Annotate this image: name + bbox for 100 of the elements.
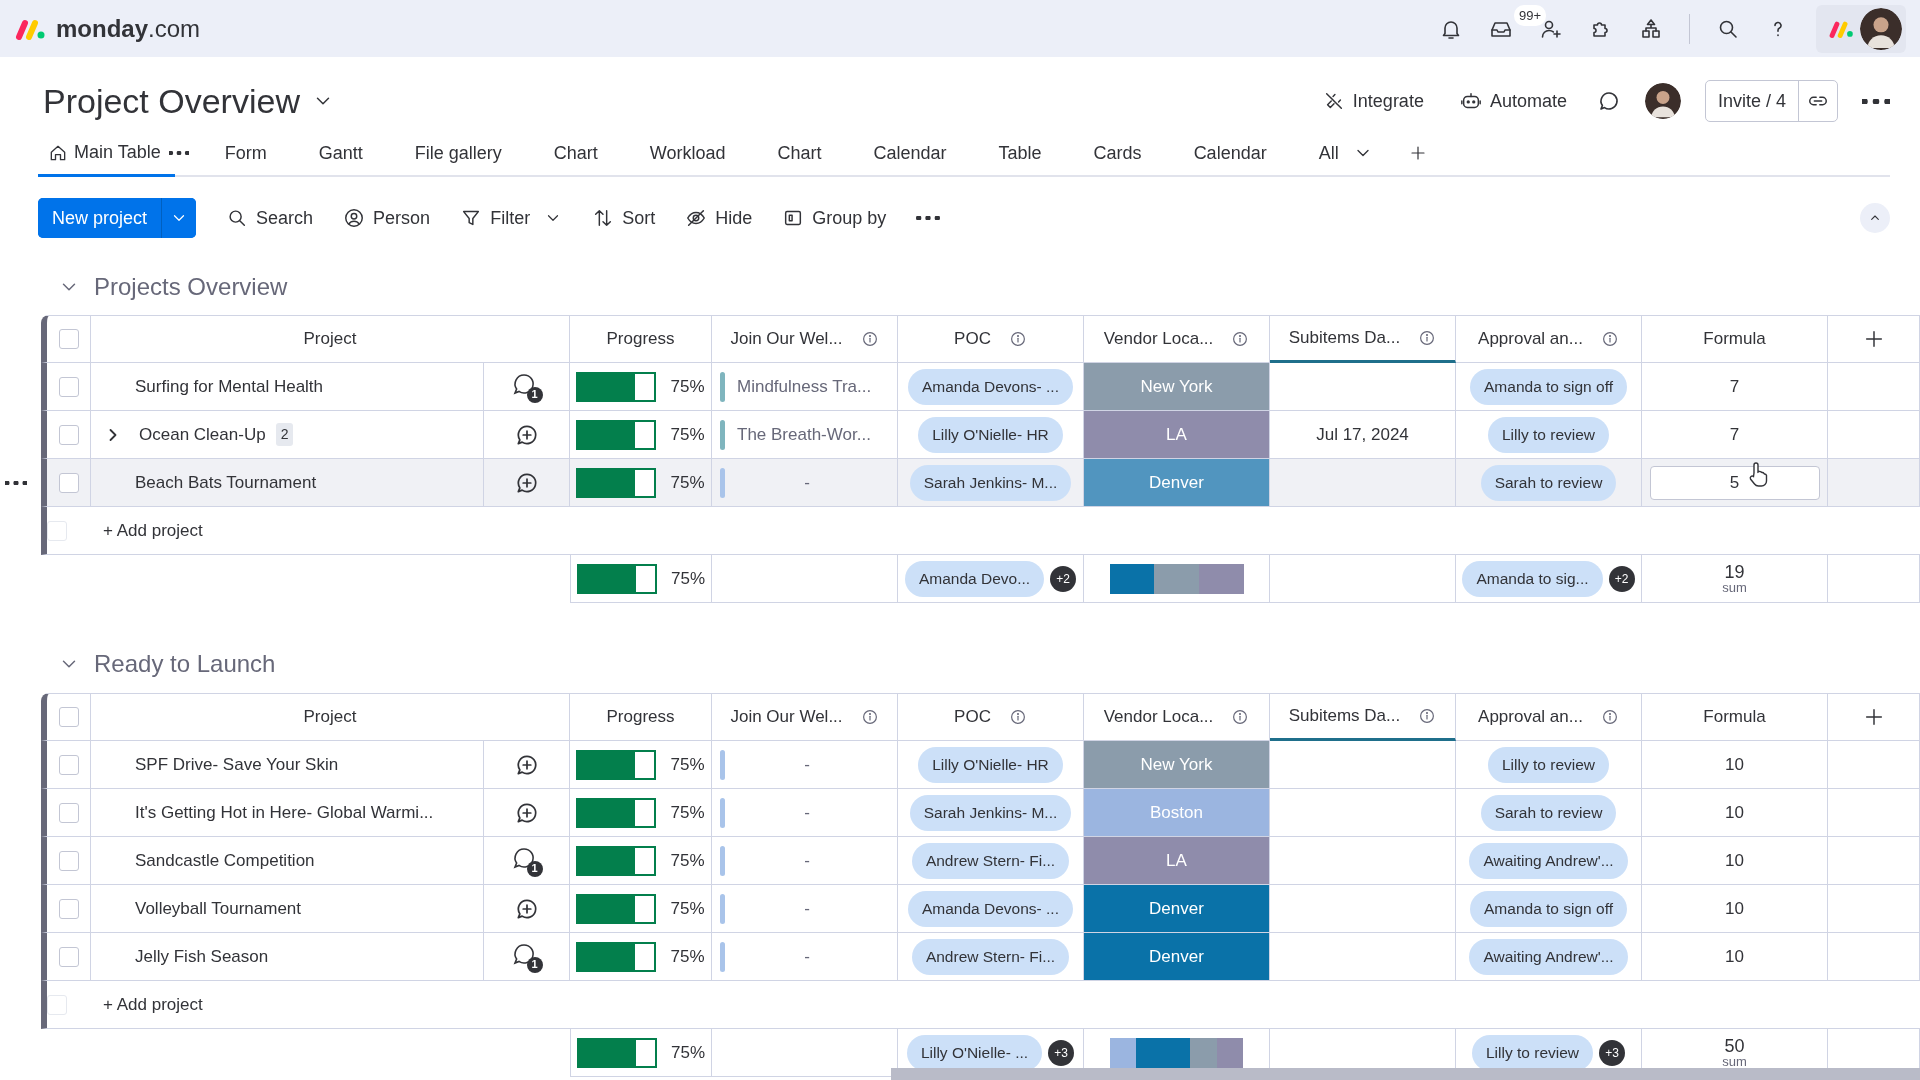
location-label[interactable]: Denver [1084, 933, 1270, 981]
view-tab[interactable]: Calendar [1167, 131, 1293, 177]
status-tag[interactable]: Sarah to review [1480, 794, 1617, 831]
column-header[interactable]: Formula [1703, 326, 1766, 352]
link-text: - [803, 471, 811, 494]
formula-field[interactable]: 5 [1649, 465, 1820, 500]
hide-button[interactable]: Hide [685, 204, 753, 232]
person-tag[interactable]: Amanda Devons- ... [908, 368, 1073, 405]
checkbox[interactable] [58, 802, 79, 823]
sum-value: 50 [1724, 1037, 1745, 1055]
info-icon[interactable] [1008, 708, 1027, 726]
info-icon[interactable] [1418, 707, 1437, 725]
column-header[interactable]: POC [954, 326, 991, 352]
info-icon[interactable] [1418, 329, 1437, 347]
column-header[interactable]: Project [303, 326, 357, 352]
info-icon[interactable] [1231, 330, 1250, 348]
person-tag[interactable]: Sarah Jenkins- M... [909, 464, 1072, 501]
person-tag[interactable]: Andrew Stern- Fi... [911, 842, 1070, 879]
scrollbar[interactable] [891, 1068, 1920, 1080]
integrate-button[interactable]: Integrate [1316, 83, 1430, 119]
add-item-button[interactable]: + Add project [91, 517, 203, 544]
progress-text: 75% [670, 897, 705, 920]
item-name[interactable]: It's Getting Hot in Here- Global Warmi... [135, 799, 434, 826]
person-tag[interactable]: Lilly O'Nielle- ... [906, 1034, 1043, 1071]
view-tab[interactable]: Cards [1067, 131, 1168, 177]
item-name[interactable]: Ocean Clean-Up [139, 421, 266, 448]
checkbox[interactable] [58, 376, 79, 397]
more-count[interactable]: +3 [1048, 1039, 1075, 1066]
person-tag[interactable]: Lilly O'Nielle- HR [918, 746, 1063, 783]
add-item-button[interactable]: + Add project [91, 991, 203, 1018]
person-button[interactable]: Person [343, 204, 431, 232]
person-tag[interactable]: Andrew Stern- Fi... [911, 938, 1070, 975]
status-tag[interactable]: Awaiting Andrew'... [1469, 842, 1628, 879]
more-icon[interactable] [916, 216, 941, 220]
info-icon[interactable] [1008, 330, 1027, 348]
avatar[interactable] [1860, 7, 1902, 50]
info-icon[interactable] [860, 330, 879, 348]
view-tab[interactable]: Table [972, 131, 1068, 177]
status-tag[interactable]: Sarah to review [1480, 464, 1617, 501]
update-count: 1 [526, 956, 543, 973]
checkbox[interactable] [58, 472, 79, 493]
view-tab[interactable]: Workload [623, 131, 752, 177]
item-name[interactable]: Sandcastle Competition [135, 847, 315, 874]
search-button[interactable]: Search [226, 204, 314, 232]
info-icon[interactable] [1600, 708, 1619, 726]
automate-button[interactable]: Automate [1453, 83, 1573, 119]
status-tag[interactable]: Lilly to review [1488, 746, 1609, 783]
view-tab[interactable]: File gallery [388, 131, 528, 177]
info-icon[interactable] [1600, 330, 1619, 348]
brand-name: monday.com [56, 13, 201, 44]
column-header[interactable]: POC [954, 704, 991, 730]
checkbox[interactable] [58, 329, 79, 349]
views-dropdown[interactable]: All [1292, 131, 1399, 177]
more-count[interactable]: +2 [1050, 565, 1077, 592]
item-name[interactable]: SPF Drive- Save Your Skin [135, 751, 339, 778]
more-count[interactable]: +3 [1599, 1039, 1625, 1066]
status-tag[interactable]: Lilly to review [1472, 1034, 1593, 1071]
checkbox[interactable] [58, 898, 79, 919]
status-tag[interactable]: Lilly to review [1488, 416, 1609, 453]
item-name[interactable]: Beach Bats Tournament [135, 469, 317, 496]
sum-label: sum [1722, 1055, 1747, 1068]
checkbox[interactable] [58, 946, 79, 967]
view-tab[interactable]: Chart [751, 131, 848, 177]
status-tag[interactable]: Amanda to sig... [1462, 560, 1603, 597]
more-icon[interactable] [1862, 98, 1890, 104]
column-header[interactable]: Project [303, 704, 357, 730]
checkbox[interactable] [58, 850, 79, 871]
person-tag[interactable]: Sarah Jenkins- M... [909, 794, 1072, 831]
column-header[interactable]: Formula [1703, 704, 1766, 730]
person-tag[interactable]: Amanda Devo... [904, 560, 1045, 597]
view-tab[interactable]: Form [198, 131, 293, 177]
more-icon[interactable] [168, 151, 189, 155]
checkbox[interactable] [58, 754, 79, 775]
checkbox[interactable] [58, 707, 79, 727]
sort-button[interactable]: Sort [592, 204, 656, 232]
status-tag[interactable]: Awaiting Andrew'... [1469, 938, 1628, 975]
row-menu-button[interactable] [5, 481, 27, 485]
group-button[interactable]: Group by [782, 204, 887, 232]
view-tab[interactable]: Calendar [847, 131, 973, 177]
location-label[interactable]: Denver [1084, 885, 1270, 933]
view-tab[interactable]: Gantt [292, 131, 389, 177]
checkbox[interactable] [58, 424, 79, 445]
item-name[interactable]: Surfing for Mental Health [135, 373, 324, 400]
item-name[interactable]: Jelly Fish Season [135, 943, 269, 970]
progress-text: 75% [671, 567, 705, 590]
more-count[interactable]: +2 [1608, 565, 1635, 592]
info-icon[interactable] [860, 708, 879, 726]
link-text: The Breath-Wor... [737, 423, 872, 446]
person-tag[interactable]: Amanda Devons- ... [908, 890, 1073, 927]
person-tag[interactable]: Lilly O'Nielle- HR [918, 416, 1063, 453]
filter-button[interactable]: Filter [460, 204, 531, 232]
dropdown-button[interactable] [161, 198, 197, 238]
account-switcher[interactable] [1816, 4, 1906, 53]
status-tag[interactable]: Amanda to sign off [1470, 368, 1627, 405]
info-icon[interactable] [1231, 708, 1250, 726]
status-tag[interactable]: Amanda to sign off [1470, 890, 1627, 927]
avatar[interactable] [1644, 83, 1681, 119]
item-name[interactable]: Volleyball Tournament [135, 895, 301, 922]
view-tab[interactable]: Main Table [38, 131, 175, 177]
view-tab[interactable]: Chart [527, 131, 624, 177]
